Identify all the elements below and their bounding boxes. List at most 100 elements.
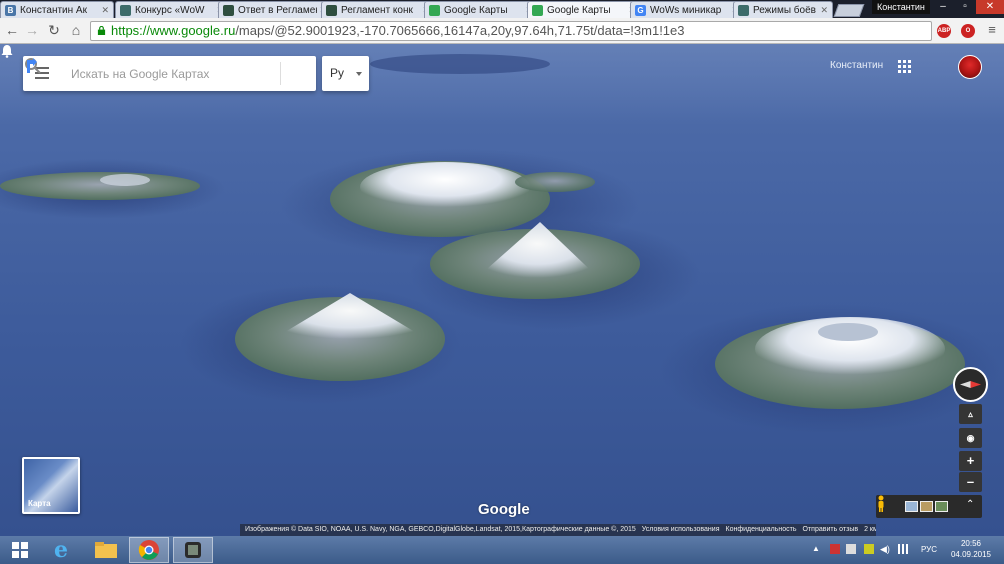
attribution-bar: Изображения © Data SIO, NOAA, U.S. Navy,… xyxy=(240,524,876,536)
imagery-credits: Изображения © Data SIO, NOAA, U.S. Navy,… xyxy=(245,526,636,533)
tab-title: Режимы боёв ( xyxy=(753,4,819,16)
new-tab-button[interactable] xyxy=(833,4,865,17)
chevron-down-icon xyxy=(356,72,362,76)
wot-icon xyxy=(223,4,234,16)
tab-google-maps-2[interactable]: Google Карты ✕ xyxy=(527,1,641,18)
volume-icon[interactable]: ◀) xyxy=(880,544,890,554)
language-value: Ру xyxy=(330,66,345,80)
lock-icon xyxy=(97,26,106,35)
opera-extension-icon[interactable]: O xyxy=(961,24,975,38)
adblock-icon[interactable]: ABP xyxy=(937,24,951,38)
language-select[interactable]: Ру xyxy=(322,56,369,91)
taskbar-explorer[interactable] xyxy=(86,537,126,563)
network-icon[interactable] xyxy=(898,544,908,554)
forward-icon[interactable]: → xyxy=(24,22,40,38)
close-window-button[interactable]: ✕ xyxy=(976,0,1004,14)
input-language[interactable]: РУС xyxy=(921,545,937,554)
maximize-button[interactable]: ▫ xyxy=(954,0,976,14)
url-text: https://www.google.ru/maps/@52.9001923,-… xyxy=(111,23,685,38)
windows-logo-icon xyxy=(12,542,28,558)
tab-title: Ответ в Регламен xyxy=(238,4,318,16)
tab-vk[interactable]: B Константин Ак ✕ xyxy=(0,1,114,18)
divider xyxy=(280,62,281,85)
chevron-up-icon[interactable]: ▲ xyxy=(812,544,822,554)
tilt-button[interactable]: ▵ xyxy=(959,404,982,424)
start-button[interactable] xyxy=(0,537,40,563)
map-layer-toggle[interactable]: Карта xyxy=(22,457,80,514)
home-icon[interactable]: ⌂ xyxy=(68,22,84,38)
tab-google-maps-1[interactable]: Google Карты ✕ xyxy=(424,1,538,18)
chrome-menu-icon[interactable]: ≡ xyxy=(984,22,1000,38)
photo-thumbnail[interactable] xyxy=(905,501,918,512)
photo-thumbnail[interactable] xyxy=(920,501,933,512)
rotate-button[interactable]: ◉ xyxy=(959,428,982,448)
vk-icon: B xyxy=(5,4,16,16)
compass-needle-icon xyxy=(960,381,981,388)
search-input[interactable] xyxy=(69,65,239,83)
google-logo: Google xyxy=(478,501,530,518)
url-path: /maps/@52.9001923,-170.7065666,16147a,20… xyxy=(235,23,685,38)
url-scheme: https:// xyxy=(111,23,151,38)
zoom-out-button[interactable]: – xyxy=(959,472,982,492)
tab-title: Google Карты xyxy=(444,4,508,16)
pegman-icon[interactable] xyxy=(876,495,886,512)
terms-link[interactable]: Условия использования xyxy=(642,524,720,536)
flag-icon[interactable] xyxy=(830,544,840,554)
expand-up-icon[interactable]: ⌃ xyxy=(966,499,974,510)
notifications-bell-icon[interactable] xyxy=(0,44,14,58)
street-view-bar: ⌃ xyxy=(876,495,982,518)
photo-thumbnail[interactable] xyxy=(935,501,948,512)
map-layer-label: Карта xyxy=(28,499,51,508)
internet-explorer-icon: e xyxy=(54,537,68,563)
tab-rules[interactable]: Регламент конк ✕ xyxy=(321,1,435,18)
tab-title: Регламент конк xyxy=(341,4,413,16)
directions-icon[interactable] xyxy=(23,56,43,76)
tab-battle-modes[interactable]: Режимы боёв ( ✕ xyxy=(733,1,833,18)
clock[interactable]: 20:56 04.09.2015 xyxy=(948,538,994,560)
tab-answer-rules[interactable]: Ответ в Регламен ✕ xyxy=(218,1,332,18)
apps-grid-icon[interactable] xyxy=(898,60,911,73)
satellite-imagery xyxy=(0,44,1004,434)
maps-icon xyxy=(429,4,440,16)
zoom-in-button[interactable]: + xyxy=(959,451,982,471)
close-tab-icon[interactable]: ✕ xyxy=(101,5,109,16)
url-host: www.google.ru xyxy=(150,23,236,38)
avatar[interactable] xyxy=(958,55,982,79)
taskbar-wot[interactable] xyxy=(173,537,213,563)
game-icon xyxy=(185,542,201,558)
back-icon[interactable]: ← xyxy=(4,22,20,38)
wows-icon xyxy=(120,4,131,16)
search-box xyxy=(23,56,316,91)
close-tab-icon[interactable]: ✕ xyxy=(820,5,828,16)
profile-badge[interactable]: Константин xyxy=(872,0,930,14)
map-canvas[interactable]: Ру Константин ▵ ◉ + – Карта Google Изобр… xyxy=(0,44,1004,536)
compass-control[interactable] xyxy=(953,367,988,402)
tab-contest[interactable]: Конкурс «WoW ✕ xyxy=(115,1,229,18)
tab-title: Константин Ак xyxy=(20,4,87,16)
tab-title: Конкурс «WoW xyxy=(135,4,205,16)
tab-title: WoWs миникар xyxy=(650,4,722,16)
privacy-link[interactable]: Конфиденциальность xyxy=(726,524,797,536)
tab-strip: B Константин Ак ✕ Конкурс «WoW ✕ Ответ в… xyxy=(0,0,1004,18)
folder-icon xyxy=(95,542,117,558)
minimize-button[interactable]: – xyxy=(932,0,954,14)
clock-date: 04.09.2015 xyxy=(950,550,992,559)
clock-time: 20:56 xyxy=(960,539,982,548)
taskbar-chrome[interactable] xyxy=(129,537,169,563)
windows-taskbar: e ▲ ◀) РУС 20:56 04.09.2015 xyxy=(0,536,1004,564)
maps-icon xyxy=(532,4,543,16)
windows-tray-icon[interactable] xyxy=(846,544,856,554)
tray-app-icon[interactable] xyxy=(864,544,874,554)
feedback-link[interactable]: Отправить отзыв xyxy=(803,524,859,536)
tab-title: Google Карты xyxy=(547,4,611,16)
chrome-icon xyxy=(138,540,159,560)
tab-wows-minimap[interactable]: G WoWs миникар ✕ xyxy=(630,1,744,18)
browser-toolbar: ← → ↻ ⌂ https://www.google.ru/maps/@52.9… xyxy=(0,18,1004,44)
account-name[interactable]: Константин xyxy=(830,60,883,71)
wot-icon xyxy=(326,4,337,16)
address-bar[interactable]: https://www.google.ru/maps/@52.9001923,-… xyxy=(90,21,932,41)
taskbar-ie[interactable]: e xyxy=(41,537,81,563)
scale-label: 2 км xyxy=(864,526,876,533)
reload-icon[interactable]: ↻ xyxy=(46,22,62,38)
google-icon: G xyxy=(635,4,646,16)
